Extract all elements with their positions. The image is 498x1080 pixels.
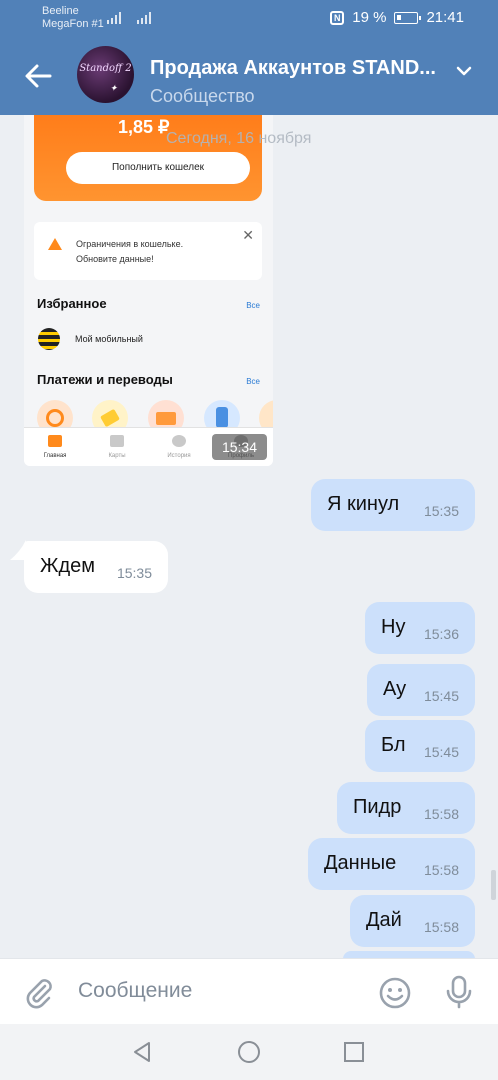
favorite-item: Мой мобильный <box>75 334 143 344</box>
message-time: 15:35 <box>116 565 152 581</box>
topup-button: Пополнить кошелек <box>66 152 250 184</box>
message-time: 15:58 <box>423 862 459 878</box>
message-time: 15:58 <box>423 806 459 822</box>
home-circle-icon[interactable] <box>237 1040 261 1064</box>
clock-icon <box>172 435 186 447</box>
chevron-down-icon[interactable] <box>456 64 472 78</box>
scrollbar[interactable] <box>491 870 496 900</box>
payments-title: Платежи и переводы <box>37 372 173 387</box>
message-bubble-outgoing[interactable]: Дай 15:58 <box>350 895 475 947</box>
chat-title[interactable]: Продажа Аккаунтов STAND... <box>150 57 450 80</box>
carrier-2: MegaFon #1 <box>42 18 104 30</box>
nav-item-home: Главная <box>24 428 86 466</box>
message-input[interactable]: Сообщение <box>78 979 192 1003</box>
favorites-title: Избранное <box>37 296 107 311</box>
wallet-card: 1,85 ₽ Пополнить кошелек <box>34 115 262 201</box>
microphone-icon[interactable] <box>443 974 475 1010</box>
message-text: Данные <box>324 852 397 874</box>
paperclip-icon[interactable] <box>23 977 55 1009</box>
smile-icon[interactable] <box>378 976 412 1010</box>
nfc-icon: N <box>330 10 345 25</box>
message-time: 15:45 <box>423 744 459 760</box>
image-attachment[interactable]: 1,85 ₽ Пополнить кошелек Ограничения в к… <box>24 115 273 466</box>
message-bubble-outgoing[interactable]: Ну 15:36 <box>365 602 475 654</box>
attachment-time: 15:34 <box>212 434 267 460</box>
close-icon: ✕ <box>242 228 254 244</box>
warning-icon <box>48 238 62 250</box>
message-text: Ау <box>383 678 407 700</box>
clock: 21:41 <box>426 9 464 26</box>
message-time: 15:35 <box>423 503 459 519</box>
chat-subtitle: Сообщество <box>150 86 255 106</box>
battery-percent: 19 % <box>352 9 387 26</box>
nav-item-cards: Карты <box>86 428 148 466</box>
signal-icon <box>137 12 151 24</box>
message-text: Дай <box>366 909 402 931</box>
wallet-icon <box>48 435 62 447</box>
message-text: Пидр <box>353 796 402 818</box>
avatar-text: Standoff 2 <box>79 63 132 74</box>
message-bubble-outgoing[interactable]: Данные 15:58 <box>308 838 475 890</box>
message-time: 15:58 <box>423 919 459 935</box>
battery-icon <box>394 11 422 24</box>
recents-square-icon[interactable] <box>343 1040 365 1064</box>
message-time: 15:36 <box>423 626 459 642</box>
message-text: Бл <box>381 734 406 756</box>
message-text: Я кинул <box>327 493 400 515</box>
carrier-1: Beeline <box>42 5 79 17</box>
wallet-warning: Ограничения в кошельке. Обновите данные!… <box>34 222 262 280</box>
warning-line-2: Обновите данные! <box>76 254 154 264</box>
message-bubble-outgoing[interactable]: Ау 15:45 <box>367 664 475 716</box>
message-bubble-outgoing[interactable]: Я кинул 15:35 <box>311 479 475 531</box>
message-bubble-outgoing[interactable]: Пидр 15:58 <box>337 782 475 834</box>
arrow-left-icon[interactable] <box>22 60 54 92</box>
card-icon <box>110 435 124 447</box>
favorites-all-link: Все <box>246 301 260 310</box>
signal-icon <box>107 12 121 24</box>
system-nav-bar <box>0 1024 498 1080</box>
wallet-balance: 1,85 ₽ <box>118 117 170 137</box>
status-bar: Beeline MegaFon #1 N 19 % 21:41 <box>0 0 498 36</box>
message-time: 15:45 <box>423 688 459 704</box>
message-bubble-outgoing[interactable]: Бл 15:45 <box>365 720 475 772</box>
message-text: Ну <box>381 616 406 638</box>
avatar[interactable]: Standoff 2 ✦ ✧ ✚ <box>77 46 134 103</box>
message-text: Ждем <box>40 555 96 577</box>
nav-item-history: История <box>148 428 210 466</box>
message-bubble-incoming[interactable]: Ждем 15:35 <box>24 541 168 593</box>
warning-line-1: Ограничения в кошельке. <box>76 239 184 249</box>
date-separator: Сегодня, 16 ноября <box>166 130 312 147</box>
beeline-logo-icon <box>38 328 60 350</box>
payments-all-link: Все <box>246 377 260 386</box>
back-triangle-icon[interactable] <box>131 1040 153 1064</box>
chat-header: Beeline MegaFon #1 N 19 % 21:41 Standoff… <box>0 0 498 115</box>
message-composer: Сообщение <box>0 958 498 1024</box>
